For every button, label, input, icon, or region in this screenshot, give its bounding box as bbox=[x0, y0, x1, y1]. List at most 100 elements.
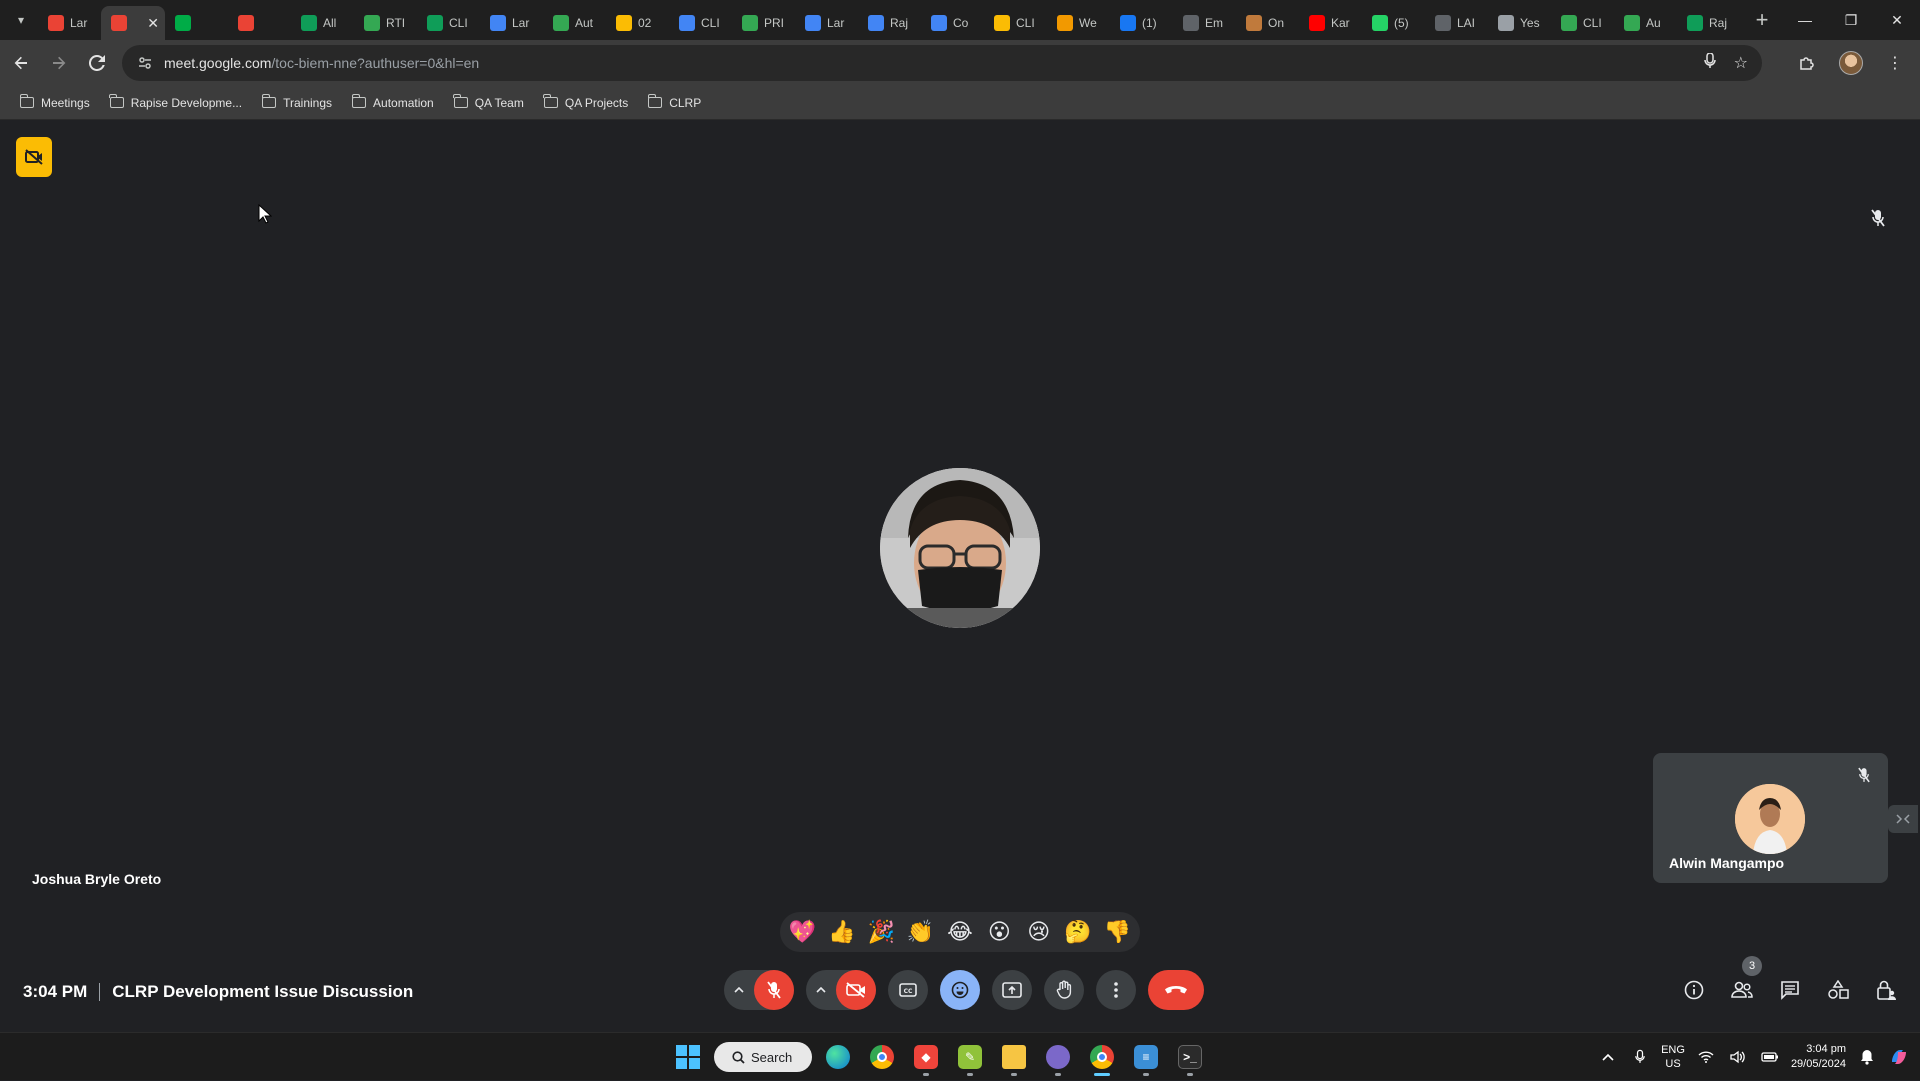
browser-tab[interactable]: All bbox=[291, 6, 354, 40]
activities-button[interactable] bbox=[1816, 970, 1860, 1010]
taskbar-terminal[interactable]: >_ bbox=[1172, 1037, 1208, 1077]
profile-avatar-button[interactable] bbox=[1834, 46, 1868, 80]
browser-tab[interactable]: Em bbox=[1173, 6, 1236, 40]
minimize-button[interactable]: — bbox=[1782, 0, 1828, 40]
bookmark-folder-meetings[interactable]: Meetings bbox=[12, 89, 98, 117]
taskbar-search[interactable]: Search bbox=[714, 1042, 812, 1072]
taskbar-app-purple[interactable] bbox=[1040, 1037, 1076, 1077]
close-window-button[interactable]: ✕ bbox=[1874, 0, 1920, 40]
camera-toggle-button[interactable] bbox=[836, 970, 876, 1010]
browser-tab[interactable]: Lar bbox=[795, 6, 858, 40]
browser-tab[interactable]: ✕ bbox=[101, 6, 165, 40]
browser-tab[interactable]: Au bbox=[1614, 6, 1677, 40]
back-button[interactable] bbox=[4, 46, 38, 80]
language-indicator[interactable]: ENG US bbox=[1661, 1043, 1685, 1071]
call-controls: CC bbox=[724, 970, 1204, 1010]
chevron-up-icon[interactable] bbox=[1597, 1046, 1619, 1068]
browser-tab[interactable]: 02 bbox=[606, 6, 669, 40]
browser-tab[interactable]: (1) bbox=[1110, 6, 1173, 40]
bookmark-folder-automation[interactable]: Automation bbox=[344, 89, 442, 117]
more-options-button[interactable] bbox=[1096, 970, 1136, 1010]
browser-tab[interactable]: RTI bbox=[354, 6, 417, 40]
copilot-icon[interactable] bbox=[1888, 1046, 1910, 1068]
bookmark-folder-trainings[interactable]: Trainings bbox=[254, 89, 340, 117]
bookmark-folder-qa-team[interactable]: QA Team bbox=[446, 89, 532, 117]
address-bar[interactable]: meet.google.com/toc-biem-nne?authuser=0&… bbox=[122, 45, 1762, 81]
reaction-thinking[interactable]: 🤔 bbox=[1061, 915, 1095, 949]
host-controls-button[interactable] bbox=[1864, 970, 1908, 1010]
collapse-tile-handle[interactable] bbox=[1888, 805, 1918, 833]
restore-button[interactable]: ❐ bbox=[1828, 0, 1874, 40]
reaction-heart[interactable]: 💖 bbox=[785, 915, 819, 949]
new-tab-button[interactable]: + bbox=[1748, 6, 1776, 34]
battery-icon[interactable] bbox=[1759, 1046, 1781, 1068]
raise-hand-button[interactable] bbox=[1044, 970, 1084, 1010]
bookmark-folder-clrp[interactable]: CLRP bbox=[640, 89, 709, 117]
recording-indicator[interactable] bbox=[16, 137, 52, 177]
reaction-surprised[interactable]: 😮 bbox=[982, 915, 1016, 949]
forward-button[interactable] bbox=[42, 46, 76, 80]
reaction-thumbs-down[interactable]: 👎 bbox=[1101, 915, 1135, 949]
browser-tab[interactable]: Aut bbox=[543, 6, 606, 40]
reload-button[interactable] bbox=[80, 46, 114, 80]
browser-tab[interactable]: On bbox=[1236, 6, 1299, 40]
reaction-party[interactable]: 🎉 bbox=[864, 915, 898, 949]
taskbar-notepad[interactable]: ≡ bbox=[1128, 1037, 1164, 1077]
notification-bell-icon[interactable] bbox=[1856, 1046, 1878, 1068]
leave-call-button[interactable] bbox=[1148, 970, 1204, 1010]
bookmark-folder-qa-projects[interactable]: QA Projects bbox=[536, 89, 636, 117]
self-view-tile[interactable]: Alwin Mangampo bbox=[1653, 753, 1888, 883]
people-button[interactable]: 3 bbox=[1720, 956, 1764, 1010]
chat-button[interactable] bbox=[1768, 970, 1812, 1010]
taskbar-clock[interactable]: 3:04 pm 29/05/2024 bbox=[1791, 1042, 1846, 1072]
reaction-laugh[interactable]: 😂 bbox=[943, 915, 977, 949]
browser-tab[interactable]: Kar bbox=[1299, 6, 1362, 40]
reaction-sad[interactable]: 😢 bbox=[1022, 915, 1056, 949]
browser-menu-button[interactable]: ⋮ bbox=[1878, 46, 1912, 80]
present-screen-button[interactable] bbox=[992, 970, 1032, 1010]
browser-tab[interactable]: CLI bbox=[984, 6, 1047, 40]
browser-tab[interactable]: CLI bbox=[669, 6, 732, 40]
microphone-icon[interactable] bbox=[1629, 1046, 1651, 1068]
browser-tab[interactable]: (5) bbox=[1362, 6, 1425, 40]
meeting-details-button[interactable] bbox=[1672, 970, 1716, 1010]
audio-options-button[interactable] bbox=[724, 970, 754, 1010]
browser-tab[interactable] bbox=[165, 6, 228, 40]
taskbar-notepad-plus[interactable]: ✎ bbox=[952, 1037, 988, 1077]
close-tab-icon[interactable]: ✕ bbox=[147, 15, 159, 32]
reaction-clap[interactable]: 👏 bbox=[904, 915, 938, 949]
taskbar-chrome[interactable] bbox=[864, 1037, 900, 1077]
clock-time: 3:04 pm bbox=[1806, 1043, 1846, 1055]
volume-icon[interactable] bbox=[1727, 1046, 1749, 1068]
video-options-button[interactable] bbox=[806, 970, 836, 1010]
taskbar-anydesk[interactable]: ◆ bbox=[908, 1037, 944, 1077]
browser-tab[interactable]: PRI bbox=[732, 6, 795, 40]
site-info-icon[interactable] bbox=[136, 54, 154, 72]
browser-tab[interactable]: CLI bbox=[1551, 6, 1614, 40]
browser-tab[interactable]: Lar bbox=[38, 6, 101, 40]
browser-tab[interactable]: Raj bbox=[1677, 6, 1740, 40]
wifi-icon[interactable] bbox=[1695, 1046, 1717, 1068]
microphone-in-use-icon[interactable] bbox=[1703, 51, 1716, 74]
tab-search-button[interactable]: ▾ bbox=[4, 3, 38, 37]
browser-tab[interactable]: CLI bbox=[417, 6, 480, 40]
browser-tab[interactable]: Lar bbox=[480, 6, 543, 40]
browser-tab[interactable]: LAI bbox=[1425, 6, 1488, 40]
start-button[interactable] bbox=[670, 1037, 706, 1077]
browser-tab[interactable]: Yes bbox=[1488, 6, 1551, 40]
captions-button[interactable]: CC bbox=[888, 970, 928, 1010]
browser-tab[interactable]: Co bbox=[921, 6, 984, 40]
bookmarks-bar: Meetings Rapise Developme... Trainings A… bbox=[0, 86, 1920, 120]
taskbar-edge[interactable] bbox=[820, 1037, 856, 1077]
bookmark-star-icon[interactable]: ☆ bbox=[1734, 53, 1748, 73]
taskbar-file-explorer[interactable] bbox=[996, 1037, 1032, 1077]
browser-tab[interactable]: Raj bbox=[858, 6, 921, 40]
mic-toggle-button[interactable] bbox=[754, 970, 794, 1010]
reactions-button[interactable] bbox=[940, 970, 980, 1010]
bookmark-folder-rapise[interactable]: Rapise Developme... bbox=[102, 89, 250, 117]
reaction-thumbs-up[interactable]: 👍 bbox=[825, 915, 859, 949]
extensions-icon[interactable] bbox=[1790, 46, 1824, 80]
browser-tab[interactable] bbox=[228, 6, 291, 40]
browser-tab[interactable]: We bbox=[1047, 6, 1110, 40]
taskbar-chrome-active[interactable] bbox=[1084, 1037, 1120, 1077]
